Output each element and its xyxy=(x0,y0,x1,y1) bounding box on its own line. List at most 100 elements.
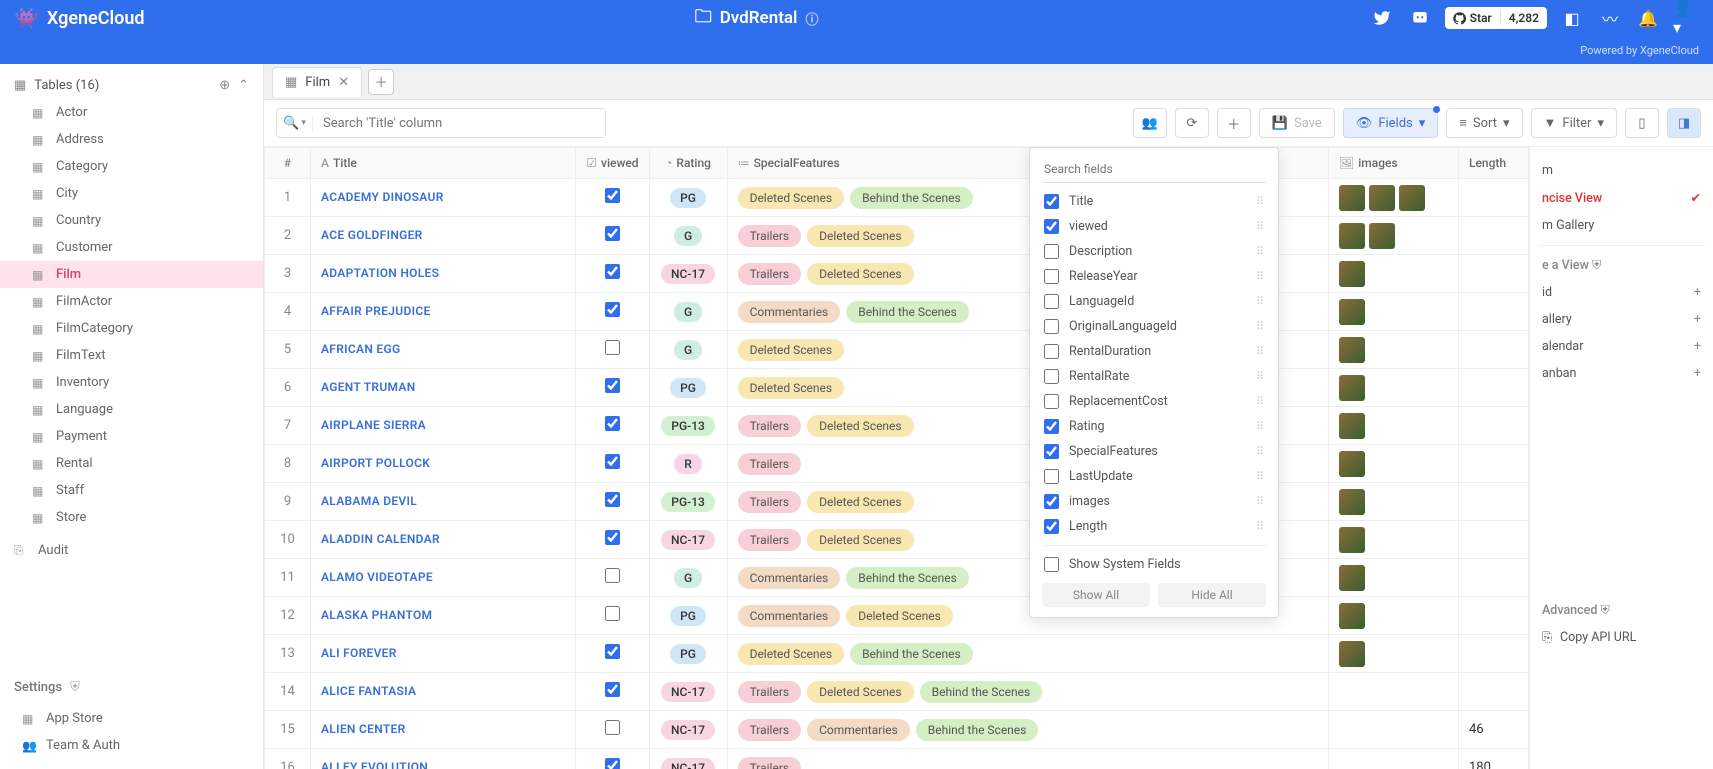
viewed-checkbox[interactable] xyxy=(605,340,620,355)
sidebar-tables-header[interactable]: ▦ Tables (16) ⊕ ⌃ xyxy=(0,72,263,99)
add-row-button[interactable]: ＋ xyxy=(1217,108,1251,138)
title-link[interactable]: ALABAMA DEVIL xyxy=(321,494,417,508)
title-link[interactable]: AGENT TRUMAN xyxy=(321,380,416,394)
field-toggle-replacementcost[interactable]: ReplacementCost⠿ xyxy=(1030,389,1278,414)
table-row[interactable]: 6AGENT TRUMANPGDeleted Scenes xyxy=(265,369,1529,407)
plus-icon[interactable]: + xyxy=(1694,285,1701,300)
viewed-checkbox[interactable] xyxy=(605,492,620,507)
powered-label[interactable]: Powered by XgeneCloud xyxy=(1580,44,1699,57)
drag-icon[interactable]: ⠿ xyxy=(1256,195,1264,208)
sidebar-appstore[interactable]: ▦ App Store xyxy=(0,705,263,732)
thumbnail[interactable] xyxy=(1339,375,1365,401)
create-gallery[interactable]: allery+ xyxy=(1538,306,1705,333)
field-checkbox[interactable] xyxy=(1044,194,1059,209)
system-checkbox[interactable] xyxy=(1044,557,1059,572)
sidebar-item-country[interactable]: ▦Country xyxy=(0,207,263,234)
sidebar-teamauth[interactable]: 👥 Team & Auth xyxy=(0,732,263,759)
thumbnail[interactable] xyxy=(1369,185,1395,211)
viewed-checkbox[interactable] xyxy=(605,682,620,697)
db-title[interactable]: 🗀 DvdRental ⓘ xyxy=(145,4,1369,33)
sidebar-item-actor[interactable]: ▦Actor xyxy=(0,99,263,126)
sidebar-item-inventory[interactable]: ▦Inventory xyxy=(0,369,263,396)
title-link[interactable]: AFRICAN EGG xyxy=(321,342,400,356)
col-images[interactable]: 🖼images xyxy=(1329,148,1459,179)
table-row[interactable]: 15ALIEN CENTERNC-17TrailersCommentariesB… xyxy=(265,711,1529,749)
table-row[interactable]: 10ALADDIN CALENDARNC-17TrailersDeleted S… xyxy=(265,521,1529,559)
bell-icon[interactable]: 🔔 xyxy=(1635,5,1661,31)
table-row[interactable]: 14ALICE FANTASIANC-17TrailersDeleted Sce… xyxy=(265,673,1529,711)
col-viewed[interactable]: ☑viewed xyxy=(576,148,649,179)
field-toggle-rentalrate[interactable]: RentalRate⠿ xyxy=(1030,364,1278,389)
save-button[interactable]: 💾 Save xyxy=(1259,108,1335,138)
paint-icon[interactable]: ◧ xyxy=(1559,5,1585,31)
table-row[interactable]: 12ALASKA PHANTOMPGCommentariesDeleted Sc… xyxy=(265,597,1529,635)
field-toggle-originallanguageid[interactable]: OriginalLanguageId⠿ xyxy=(1030,314,1278,339)
sidebar-item-staff[interactable]: ▦Staff xyxy=(0,477,263,504)
field-checkbox[interactable] xyxy=(1044,344,1059,359)
drag-icon[interactable]: ⠿ xyxy=(1256,395,1264,408)
fields-search-input[interactable] xyxy=(1042,156,1266,183)
drag-icon[interactable]: ⠿ xyxy=(1256,270,1264,283)
field-toggle-rentalduration[interactable]: RentalDuration⠿ xyxy=(1030,339,1278,364)
field-checkbox[interactable] xyxy=(1044,469,1059,484)
title-link[interactable]: ALASKA PHANTOM xyxy=(321,608,432,622)
sidebar-item-customer[interactable]: ▦Customer xyxy=(0,234,263,261)
thumbnail[interactable] xyxy=(1339,451,1365,477)
title-link[interactable]: ALAMO VIDEOTAPE xyxy=(321,570,433,584)
close-icon[interactable]: ✕ xyxy=(338,75,349,90)
filter-button[interactable]: ▼ Filter ▾ xyxy=(1531,108,1617,138)
field-checkbox[interactable] xyxy=(1044,394,1059,409)
col-title[interactable]: ATitle xyxy=(311,148,576,179)
drag-icon[interactable]: ⠿ xyxy=(1256,445,1264,458)
thumbnail[interactable] xyxy=(1339,603,1365,629)
thumbnail[interactable] xyxy=(1339,565,1365,591)
field-checkbox[interactable] xyxy=(1044,444,1059,459)
thumbnail[interactable] xyxy=(1369,223,1395,249)
table-row[interactable]: 4AFFAIR PREJUDICEGCommentariesBehind the… xyxy=(265,293,1529,331)
github-star-badge[interactable]: Star 4,282 xyxy=(1445,7,1547,29)
add-tab-button[interactable]: ＋ xyxy=(368,69,394,95)
title-link[interactable]: ALI FOREVER xyxy=(321,646,397,660)
title-link[interactable]: AIRPORT POLLOCK xyxy=(321,456,430,470)
field-toggle-lastupdate[interactable]: LastUpdate⠿ xyxy=(1030,464,1278,489)
title-link[interactable]: ALADDIN CALENDAR xyxy=(321,532,440,546)
viewed-checkbox[interactable] xyxy=(605,378,620,393)
title-link[interactable]: ALLEY EVOLUTION xyxy=(321,760,428,769)
sidebar-item-city[interactable]: ▦City xyxy=(0,180,263,207)
discord-icon[interactable] xyxy=(1407,5,1433,31)
show-system-fields[interactable]: Show System Fields xyxy=(1030,552,1278,577)
sidebar-item-payment[interactable]: ▦Payment xyxy=(0,423,263,450)
field-checkbox[interactable] xyxy=(1044,269,1059,284)
field-toggle-images[interactable]: images⠿ xyxy=(1030,489,1278,514)
thumbnail[interactable] xyxy=(1339,223,1365,249)
table-row[interactable]: 5AFRICAN EGGGDeleted Scenes xyxy=(265,331,1529,369)
thumbnail[interactable] xyxy=(1339,185,1365,211)
copy-api-url[interactable]: ⎘Copy API URL xyxy=(1538,624,1705,651)
table-row[interactable]: 13ALI FOREVERPGDeleted ScenesBehind the … xyxy=(265,635,1529,673)
table-row[interactable]: 11ALAMO VIDEOTAPEGCommentariesBehind the… xyxy=(265,559,1529,597)
field-toggle-specialfeatures[interactable]: SpecialFeatures⠿ xyxy=(1030,439,1278,464)
table-row[interactable]: 16ALLEY EVOLUTIONNC-17Trailers180 xyxy=(265,749,1529,769)
add-table-icon[interactable]: ⊕ xyxy=(219,78,230,93)
field-toggle-title[interactable]: Title⠿ xyxy=(1030,189,1278,214)
drag-icon[interactable]: ⠿ xyxy=(1256,520,1264,533)
sidebar-item-filmcategory[interactable]: ▦FilmCategory xyxy=(0,315,263,342)
create-kanban[interactable]: anban+ xyxy=(1538,360,1705,387)
field-checkbox[interactable] xyxy=(1044,369,1059,384)
thumbnail[interactable] xyxy=(1339,641,1365,667)
plus-icon[interactable]: + xyxy=(1694,366,1701,381)
viewed-checkbox[interactable] xyxy=(605,302,620,317)
title-link[interactable]: ALIEN CENTER xyxy=(321,722,406,736)
title-link[interactable]: AIRPLANE SIERRA xyxy=(321,418,426,432)
search-input[interactable] xyxy=(313,109,605,137)
table-row[interactable]: 3ADAPTATION HOLESNC-17TrailersDeleted Sc… xyxy=(265,255,1529,293)
title-link[interactable]: AFFAIR PREJUDICE xyxy=(321,304,431,318)
table-row[interactable]: 7AIRPLANE SIERRAPG-13TrailersDeleted Sce… xyxy=(265,407,1529,445)
create-grid[interactable]: id+ xyxy=(1538,279,1705,306)
field-checkbox[interactable] xyxy=(1044,519,1059,534)
viewed-checkbox[interactable] xyxy=(605,530,620,545)
field-toggle-releaseyear[interactable]: ReleaseYear⠿ xyxy=(1030,264,1278,289)
toggle-right-2[interactable]: ◨ xyxy=(1667,108,1701,138)
field-checkbox[interactable] xyxy=(1044,219,1059,234)
drag-icon[interactable]: ⠿ xyxy=(1256,470,1264,483)
